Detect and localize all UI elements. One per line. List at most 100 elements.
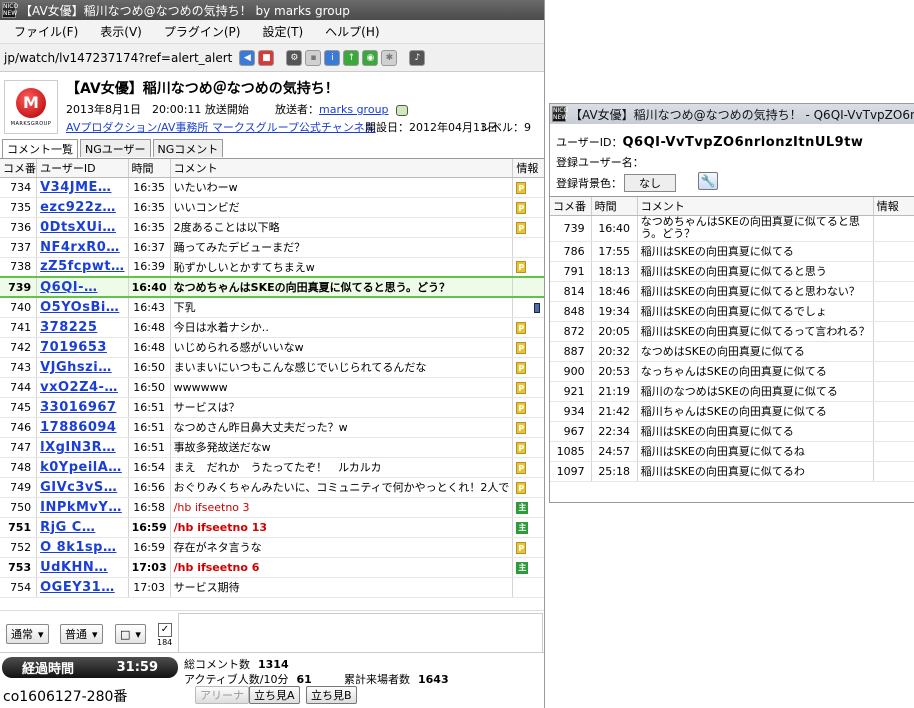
user-id-link[interactable]: vxO2Z4-… (40, 380, 118, 395)
user-id-link[interactable]: k0YpeilA… (40, 460, 122, 475)
user-comment-row[interactable]: 967 22:34 稲川はSKEの向田真夏に似てる (550, 421, 914, 442)
menu-settings[interactable]: 設定(T) (262, 23, 303, 40)
user-comment-row[interactable]: 1097 25:18 稲川はSKEの向田真夏に似てるわ (550, 461, 914, 482)
on-icon[interactable]: ◉ (362, 49, 379, 66)
comment-row[interactable]: 749 GIVc3vS… 16:56 おぐりみくちゃんみたいに、コミュニティで何かやっ… (0, 477, 544, 498)
col-info[interactable]: 情報 (512, 159, 544, 178)
broadcaster-link[interactable]: marks group (319, 103, 389, 116)
user-id-link[interactable]: 378225 (40, 320, 97, 335)
user-id-link[interactable]: NF4rxR0… (40, 240, 120, 255)
tab-ng-comments[interactable]: NGコメント (152, 139, 224, 157)
info-icon[interactable]: i (324, 49, 341, 66)
comment-row[interactable]: 754 OGEY31… 17:03 サービス期待 (0, 577, 544, 598)
wrench-icon[interactable]: 🔧 (698, 172, 718, 190)
user-id-link[interactable]: VJGhszi… (40, 360, 112, 375)
comment-row[interactable]: 748 k0YpeilA… 16:54 まえ だれか うたってたぞ！ ルカルカ P (0, 457, 544, 478)
user-id-link[interactable]: O 8k1sp… (40, 540, 116, 555)
user-comment-row[interactable]: 814 18:46 稲川はSKEの向田真夏に似てると思わない？ (550, 281, 914, 302)
bg-color-button[interactable]: なし (624, 174, 676, 192)
comment-row[interactable]: 750 INPkMvY… 16:58/hb ifseetno 3 主 (0, 497, 544, 518)
user-id-link[interactable]: OGEY31… (40, 580, 115, 595)
arena-button[interactable]: アリーナ (195, 686, 249, 704)
up-icon[interactable]: ↑ (343, 49, 360, 66)
comment-text: なつめさん昨日鼻大丈夫だった？w (173, 421, 348, 434)
user-id-link[interactable]: zZ5fcpwt… (40, 259, 124, 274)
user-id-link[interactable]: GIVc3vS… (40, 480, 117, 495)
comment-row[interactable]: 734 V34JME… 16:35 いたいわーw P (0, 177, 544, 198)
comment-row[interactable]: 738 zZ5fcpwt… 16:39 恥ずかしいとかすてちまえw P (0, 257, 544, 278)
user-comment-row[interactable]: 848 19:34 稲川はSKEの向田真夏に似てるでしょ (550, 301, 914, 322)
user-comment-row[interactable]: 887 20:32 なつめはSKEの向田真夏に似てる (550, 341, 914, 362)
menu-file[interactable]: ファイル(F) (14, 23, 78, 40)
stand-a-button[interactable]: 立ち見A (249, 686, 300, 704)
user-id-link[interactable]: UdKHN… (40, 560, 108, 575)
col-uid[interactable]: ユーザーID (36, 159, 129, 178)
mode-dropdown[interactable]: 通常 ▾ (6, 624, 49, 644)
user-comment-row[interactable]: 934 21:42 稲川ちゃんはSKEの向田真夏に似てる (550, 401, 914, 422)
user-id-value[interactable]: Q6QI-VvTvpZO6nrlonzItnUL9tw (623, 135, 864, 150)
tool-icon[interactable]: ✱ (381, 49, 398, 66)
connect-icon[interactable]: ◀ (239, 49, 256, 66)
nico-icon[interactable]: ♪ (409, 49, 426, 66)
comment-input[interactable] (178, 613, 543, 653)
size-dropdown[interactable]: 普通 ▾ (60, 624, 103, 644)
menu-help[interactable]: ヘルプ(H) (325, 23, 379, 40)
url-input[interactable]: jp/watch/lv147237174?ref=alert_alert (4, 51, 232, 65)
comment-no: 848 (563, 304, 585, 318)
user-comment-row[interactable]: 921 21:19 稲川のなつめはSKEの向田真夏に似てる (550, 381, 914, 402)
comment-time: 16:59 (131, 520, 167, 534)
comment-row[interactable]: 745 33016967 16:51 サービスは？ P (0, 397, 544, 418)
comment-row[interactable]: 735 ezc922z… 16:35 いいコンビだ P (0, 197, 544, 218)
user-id-link[interactable]: INPkMvY… (40, 500, 122, 515)
user-id-link[interactable]: O5YOsBi… (40, 300, 119, 315)
user-id-link[interactable]: RjG C… (40, 520, 95, 535)
comment-row[interactable]: 740 O5YOsBi… 16:43 下乳 (0, 297, 544, 318)
user-id-link[interactable]: ezc922z… (40, 200, 116, 215)
comment-row[interactable]: 746 17886094 16:51 なつめさん昨日鼻大丈夫だった？w P (0, 417, 544, 438)
anonymous-checkbox[interactable]: ✓ (158, 623, 172, 637)
col-comment[interactable]: コメント (170, 159, 514, 178)
comment-row[interactable]: 752 O 8k1sp… 16:59 存在がネタ言うな P (0, 537, 544, 558)
tab-ng-users[interactable]: NGユーザー (80, 139, 151, 157)
tab-comments[interactable]: コメント一覧 (2, 139, 78, 158)
user-id-link[interactable]: 17886094 (40, 420, 116, 435)
menu-view[interactable]: 表示(V) (100, 23, 142, 40)
user-comment-row[interactable]: 739 16:40 なつめちゃんはSKEの向田真夏に似てると思う。どう？ (550, 215, 914, 242)
user-id-link[interactable]: 7019653 (40, 340, 107, 355)
user-id-link[interactable]: 33016967 (40, 400, 116, 415)
col-time[interactable]: 時間 (128, 159, 171, 178)
comment-row[interactable]: 742 7019653 16:48 いじめられる感がいいなw P (0, 337, 544, 358)
comment-text: /hb ifseetno 13 (173, 520, 268, 534)
color-dropdown[interactable]: □ ▾ (115, 624, 146, 644)
comment-row[interactable]: 743 VJGhszi… 16:50 まいまいにいつもこんな感じでいじられてるんだな P (0, 357, 544, 378)
col-no[interactable]: コメ番 (550, 197, 592, 216)
user-comment-row[interactable]: 791 18:13 稲川はSKEの向田真夏に似てると思う (550, 261, 914, 282)
col-time[interactable]: 時間 (591, 197, 638, 216)
comment-row[interactable]: 747 lXgIN3R… 16:51 事故多発故送だなw P (0, 437, 544, 458)
channel-link[interactable]: AVプロダクション/AV事務所 マークスグループ公式チャンネル (66, 119, 376, 135)
comment-info: 主 (512, 557, 544, 578)
gear-icon[interactable]: ⚙ (286, 49, 303, 66)
user-comment-row[interactable]: 786 17:55 稲川はSKEの向田真夏に似てる (550, 241, 914, 262)
user-id-link[interactable]: lXgIN3R… (40, 440, 116, 455)
col-no[interactable]: コメ番 (0, 159, 38, 178)
comment-row[interactable]: 737 NF4rxR0… 16:37 踊ってみたデビューまだ？ (0, 237, 544, 258)
user-comment-row[interactable]: 1085 24:57 稲川はSKEの向田真夏に似てるね (550, 441, 914, 462)
col-info[interactable]: 情報 (873, 197, 914, 216)
col-comment[interactable]: コメント (637, 197, 874, 216)
stand-b-button[interactable]: 立ち見B (306, 686, 357, 704)
disconnect-icon[interactable]: ■ (258, 49, 275, 66)
comment-row[interactable]: 751 RjG C… 16:59/hb ifseetno 13 主 (0, 517, 544, 538)
user-id-link[interactable]: V34JME… (40, 180, 111, 195)
menu-plugin[interactable]: プラグイン(P) (164, 23, 241, 40)
user-id-link[interactable]: 0DtsXUi… (40, 220, 116, 235)
comment-controls: 通常 ▾ 普通 ▾ □ ▾ ✓ 184 (0, 610, 544, 654)
comment-row[interactable]: 753 UdKHN… 17:03/hb ifseetno 6 主 (0, 557, 544, 578)
comment-row[interactable]: 739 Q6QI-… 16:40 なつめちゃんはSKEの向田真夏に似てると思う。どう？ (0, 276, 544, 298)
comment-row[interactable]: 736 0DtsXUi… 16:35 2度あることは以下略 P (0, 217, 544, 238)
comment-row[interactable]: 741 378225 16:48 今日は水着ナシか‥ P (0, 317, 544, 338)
user-id-link[interactable]: Q6QI-… (40, 280, 97, 295)
comment-row[interactable]: 744 vxO2Z4-… 16:50 wwwwww P (0, 377, 544, 398)
user-comment-row[interactable]: 900 20:53 なっちゃんはSKEの向田真夏に似てる (550, 361, 914, 382)
user-comment-row[interactable]: 872 20:05 稲川はSKEの向田真夏に似てるって言われる？ (550, 321, 914, 342)
